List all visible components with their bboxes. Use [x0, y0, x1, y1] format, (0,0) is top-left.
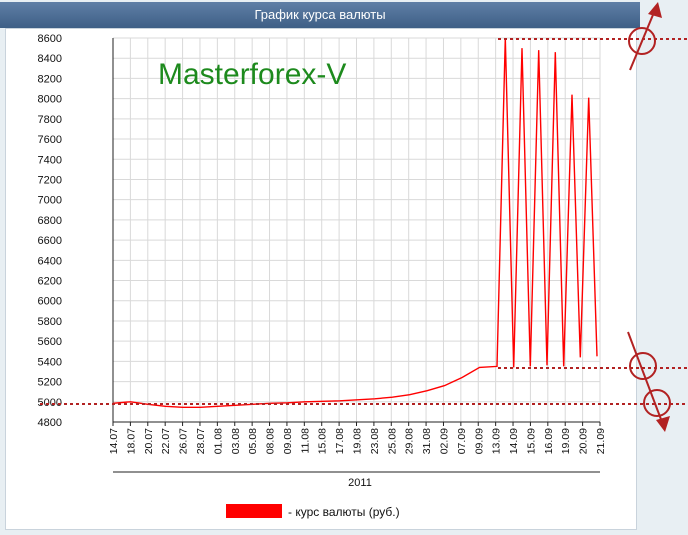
y-tick-label: 5600	[38, 336, 62, 348]
watermark-text: Masterforex-V	[158, 58, 346, 91]
x-tick-label: 22.07	[160, 428, 172, 454]
x-tick-label: 17.08	[334, 428, 346, 454]
y-tick-label: 5200	[38, 377, 62, 389]
y-tick-label: 6600	[38, 235, 62, 247]
x-tick-label: 20.07	[143, 428, 155, 454]
chart-window: График курса валюты 4800 5000 5200 5400 5600…	[0, 0, 688, 535]
x-tick-label: 14.07	[108, 428, 120, 454]
y-tick-label: 6400	[38, 255, 62, 267]
y-tick-label: 6000	[38, 296, 62, 308]
x-tick-label: 16.09	[543, 428, 555, 454]
y-tick-label: 4800	[38, 417, 62, 429]
x-tick-label: 19.08	[352, 428, 364, 454]
x-tick-label: 08.08	[265, 428, 277, 454]
x-tick-labels: 14.07 18.07 20.07 22.07 26.07 28.07 01.08 03.08…	[108, 428, 607, 454]
y-tick-label: 8400	[38, 53, 62, 65]
down-arrow-head	[656, 416, 670, 432]
x-tick-label: 03.08	[230, 428, 242, 454]
x-tick-label: 07.09	[456, 428, 468, 454]
x-tick-label: 18.07	[125, 428, 137, 454]
x-tick-label: 11.08	[299, 428, 311, 454]
y-tick-label: 7200	[38, 174, 62, 186]
up-arrow-head	[648, 2, 662, 18]
y-tick-labels: 4800 5000 5200 5400 5600 5800 6000 6200 6400 6600…	[38, 33, 62, 429]
x-tick-label: 05.08	[247, 428, 259, 454]
exchange-rate-chart: 4800 5000 5200 5400 5600 5800 6000 6200 6400 6600…	[38, 2, 688, 519]
x-tick-label: 29.08	[404, 428, 416, 454]
x-tick-label: 13.09	[491, 428, 503, 454]
y-tick-label: 8600	[38, 33, 62, 45]
y-tick-label: 6800	[38, 215, 62, 227]
annotation-layer	[40, 2, 688, 432]
x-tick-label: 14.09	[508, 428, 520, 454]
x-tick-label: 31.08	[421, 428, 433, 454]
y-tick-label: 7600	[38, 134, 62, 146]
y-tick-label: 5800	[38, 316, 62, 328]
x-tick-label: 25.08	[386, 428, 398, 454]
y-tick-label: 6200	[38, 276, 62, 288]
y-tick-label: 7000	[38, 195, 62, 207]
y-tick-label: 7800	[38, 114, 62, 126]
legend-swatch	[226, 504, 282, 518]
legend-label: - курс валюты (руб.)	[288, 505, 400, 519]
up-arrow-shaft	[629, 9, 656, 71]
x-tick-label: 09.09	[473, 428, 485, 454]
x-tick-label: 01.08	[212, 428, 224, 454]
x-tick-label: 09.08	[282, 428, 294, 454]
y-tick-label: 5000	[38, 397, 62, 409]
x-tick-label: 19.09	[560, 428, 572, 454]
x-tick-label: 26.07	[178, 428, 190, 454]
x-tick-label: 02.09	[438, 428, 450, 454]
series-layer	[112, 37, 598, 408]
y-tick-label: 8200	[38, 73, 62, 85]
y-tick-label: 5400	[38, 356, 62, 368]
y-tick-label: 8000	[38, 94, 62, 106]
series-line	[112, 37, 598, 408]
x-tick-label: 15.08	[317, 428, 329, 454]
x-tick-label: 15.09	[525, 428, 537, 454]
x-tick-label: 23.08	[369, 428, 381, 454]
y-tick-label: 7400	[38, 154, 62, 166]
x-axis-year-label: 2011	[348, 477, 372, 489]
x-tick-label: 20.09	[578, 428, 590, 454]
x-tick-label: 28.07	[195, 428, 207, 454]
x-tick-label: 21.09	[595, 428, 607, 454]
low-circle	[629, 352, 657, 380]
